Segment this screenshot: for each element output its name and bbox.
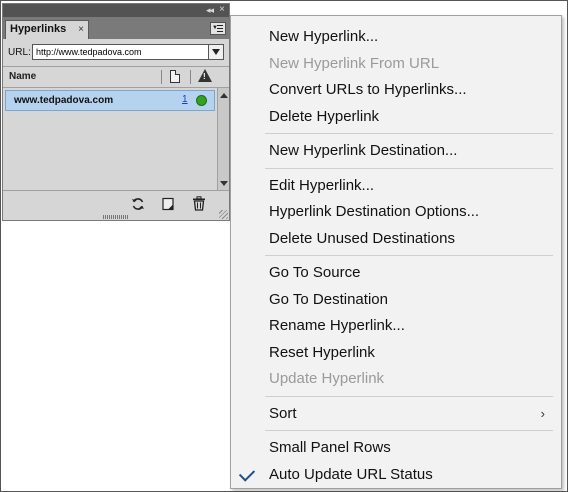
menu-item-reset-hyperlink[interactable]: Reset Hyperlink	[231, 340, 561, 366]
hyperlink-page-link[interactable]: 1	[182, 94, 188, 105]
menu-separator	[265, 167, 553, 169]
menu-item-new-hyperlink-destination[interactable]: New Hyperlink Destination...	[231, 138, 561, 164]
column-divider	[190, 70, 191, 84]
menu-item-label: Convert URLs to Hyperlinks...	[269, 81, 467, 98]
menu-item-label: Auto Update URL Status	[269, 465, 433, 483]
trash-icon[interactable]	[192, 196, 206, 211]
url-value: http://www.tedpadova.com	[36, 47, 142, 57]
panel-top-strip: ◂◂ ×	[3, 4, 229, 17]
menu-separator	[265, 430, 553, 431]
chevron-down-icon	[212, 49, 220, 55]
menu-item-edit-hyperlink[interactable]: Edit Hyperlink...	[231, 173, 561, 199]
hyperlinks-panel: ◂◂ × Hyperlinks × ▼ URL: http://www.tedp…	[2, 3, 230, 221]
menu-item-label: New Hyperlink...	[269, 28, 379, 45]
panel-tab-bar: Hyperlinks × ▼	[3, 17, 229, 39]
menu-item-go-to-source[interactable]: Go To Source	[231, 260, 561, 286]
menu-item-label: Reset Hyperlink	[269, 343, 375, 361]
resize-grip-handle[interactable]	[103, 215, 129, 219]
panel-flyout-menu: New Hyperlink... New Hyperlink From URL Co…	[230, 15, 562, 489]
menu-item-update-hyperlink: Update Hyperlink	[231, 366, 561, 392]
collapse-panel-icon[interactable]: ◂◂	[206, 5, 214, 16]
menu-item-rename-hyperlink[interactable]: Rename Hyperlink...	[231, 313, 561, 339]
refresh-icon[interactable]	[131, 197, 145, 211]
menu-item-label: New Hyperlink Destination...	[269, 142, 458, 159]
scroll-up-arrow-icon[interactable]	[220, 93, 228, 98]
url-field[interactable]: http://www.tedpadova.com	[32, 44, 224, 60]
url-dropdown-button[interactable]	[208, 45, 223, 59]
menu-separator	[265, 395, 553, 397]
menu-item-label: Small Panel Rows	[269, 439, 391, 456]
url-label: URL:	[8, 47, 31, 58]
menu-item-new-hyperlink-from-url: New Hyperlink From URL	[231, 51, 561, 77]
menu-separator	[265, 133, 553, 134]
tab-hyperlinks[interactable]: Hyperlinks ×	[5, 20, 89, 39]
menu-item-hyperlink-destination-options[interactable]: Hyperlink Destination Options...	[231, 199, 561, 225]
menu-item-label: Delete Hyperlink	[269, 107, 380, 125]
menu-item-sort[interactable]: Sort ›	[231, 401, 561, 427]
warning-icon[interactable]	[198, 69, 212, 82]
menu-item-label: New Hyperlink From URL	[269, 54, 440, 72]
menu-lines-icon	[217, 25, 223, 32]
hyperlink-name: www.tedpadova.com	[14, 95, 114, 106]
corner-resize-icon[interactable]	[219, 210, 228, 219]
menu-item-small-panel-rows[interactable]: Small Panel Rows	[231, 435, 561, 461]
menu-item-label: Delete Unused Destinations	[269, 229, 455, 247]
panel-title: Hyperlinks	[10, 23, 67, 35]
menu-item-label: Rename Hyperlink...	[269, 317, 405, 334]
menu-item-delete-unused-destinations[interactable]: Delete Unused Destinations	[231, 226, 561, 252]
menu-item-label: Update Hyperlink	[269, 370, 385, 387]
status-ok-icon	[196, 95, 207, 106]
column-header: Name	[3, 66, 229, 88]
close-panel-icon[interactable]: ×	[219, 4, 225, 16]
menu-item-auto-update-url-status[interactable]: Auto Update URL Status	[231, 462, 561, 488]
tab-close-icon[interactable]: ×	[78, 21, 84, 38]
menu-item-go-to-destination[interactable]: Go To Destination	[231, 287, 561, 313]
scroll-down-arrow-icon[interactable]	[220, 181, 228, 186]
menu-item-label: Go To Source	[269, 264, 361, 281]
hyperlink-row[interactable]: www.tedpadova.com 1	[5, 90, 215, 111]
menu-item-label: Hyperlink Destination Options...	[269, 203, 480, 220]
menu-item-new-hyperlink[interactable]: New Hyperlink...	[231, 24, 561, 50]
column-divider	[161, 70, 162, 84]
hyperlink-list: www.tedpadova.com 1	[3, 88, 216, 190]
menu-separator	[265, 255, 553, 256]
page-icon[interactable]	[170, 70, 180, 83]
menu-item-convert-urls-to-hyperlinks[interactable]: Convert URLs to Hyperlinks...	[231, 77, 561, 103]
panel-footer	[3, 190, 229, 220]
panel-menu-button[interactable]: ▼	[210, 22, 226, 35]
chevron-right-icon: ›	[540, 405, 545, 421]
menu-item-label: Edit Hyperlink...	[269, 176, 375, 194]
menu-item-label: Go To Destination	[269, 290, 388, 308]
menu-item-delete-hyperlink[interactable]: Delete Hyperlink	[231, 104, 561, 130]
menu-item-label: Sort	[269, 404, 297, 422]
name-column-header[interactable]: Name	[9, 71, 36, 82]
new-hyperlink-icon[interactable]	[161, 197, 175, 211]
checkmark-icon	[238, 464, 256, 482]
list-scrollbar[interactable]	[217, 88, 229, 190]
